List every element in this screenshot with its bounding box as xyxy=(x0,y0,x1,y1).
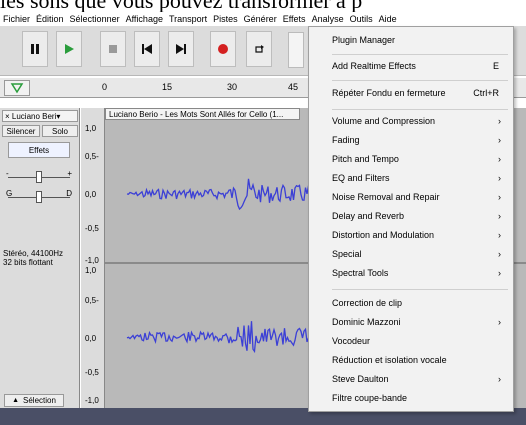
menu-fichier[interactable]: Fichier xyxy=(0,14,33,24)
skip-start-button[interactable] xyxy=(134,31,160,67)
menu-item-noise[interactable]: Noise Removal and Repair › xyxy=(309,187,513,207)
chevron-right-icon: › xyxy=(498,173,501,183)
chevron-right-icon: › xyxy=(498,374,501,384)
menu-item-vocal-reduction[interactable]: Réduction et isolation vocale xyxy=(309,350,513,370)
skip-end-button[interactable] xyxy=(168,31,194,67)
menu-item-vocoder[interactable]: Vocodeur xyxy=(309,331,513,351)
menu-item-plugin-manager[interactable]: Plugin Manager xyxy=(309,30,513,50)
chevron-right-icon: › xyxy=(498,230,501,240)
chevron-right-icon: › xyxy=(498,268,501,278)
triangle-down-icon xyxy=(10,83,24,94)
menu-item-spectral[interactable]: Spectral Tools › xyxy=(309,263,513,283)
gain-knob[interactable] xyxy=(36,171,42,183)
play-icon xyxy=(65,44,74,54)
menu-aide[interactable]: Aide xyxy=(376,14,400,24)
chevron-right-icon: › xyxy=(498,249,501,259)
silence-button[interactable]: Silencer xyxy=(2,125,40,137)
scale-label: 0,5- xyxy=(85,296,99,305)
menu-item-clip-fix[interactable]: Correction de clip xyxy=(309,293,513,313)
menu-item-delay[interactable]: Delay and Reverb › xyxy=(309,206,513,226)
page-caption: les sons que vous pouvez transformer à p xyxy=(0,0,526,12)
track-format-info: Stéréo, 44100Hz 32 bits flottant xyxy=(3,249,64,267)
pan-knob[interactable] xyxy=(36,191,42,203)
gain-slider[interactable]: - + xyxy=(4,169,74,184)
ruler-tick: 15 xyxy=(162,82,173,92)
menubar: Fichier Édition Sélectionner Affichage T… xyxy=(0,12,526,26)
chevron-right-icon: › xyxy=(498,211,501,221)
menu-item-eq[interactable]: EQ and Filters › xyxy=(309,168,513,188)
menu-item-special[interactable]: Special › xyxy=(309,244,513,264)
chevron-right-icon: › xyxy=(498,317,501,327)
scale-label: -0,5 xyxy=(85,368,99,377)
menu-effets[interactable]: Effets xyxy=(280,14,309,24)
scale-label: 0,5- xyxy=(85,152,99,161)
pan-slider[interactable]: G D xyxy=(4,189,74,204)
scale-label: 1,0 xyxy=(85,266,97,275)
stop-button[interactable] xyxy=(100,31,126,67)
loop-icon xyxy=(255,45,264,53)
loop-button[interactable] xyxy=(246,31,272,67)
menu-item-dominic[interactable]: Dominic Mazzoni › xyxy=(309,312,513,332)
clip-title[interactable]: Luciano Berio - Les Mots Sont Allés for … xyxy=(105,108,300,120)
effects-dropdown-menu: Plugin Manager Add Realtime Effects E Ré… xyxy=(308,26,514,412)
menu-item-pitch[interactable]: Pitch and Tempo › xyxy=(309,149,513,169)
scale-label: -0,5 xyxy=(85,224,99,233)
menu-selectionner[interactable]: Sélectionner xyxy=(67,14,123,24)
menu-item-volume[interactable]: Volume and Compression › xyxy=(309,111,513,131)
record-icon xyxy=(218,44,228,54)
chevron-right-icon: › xyxy=(498,192,501,202)
menu-transport[interactable]: Transport xyxy=(166,14,210,24)
chevron-right-icon: › xyxy=(498,154,501,164)
menu-generer[interactable]: Générer xyxy=(241,14,280,24)
menu-affichage[interactable]: Affichage xyxy=(123,14,166,24)
play-button[interactable] xyxy=(56,31,82,67)
chevron-right-icon: › xyxy=(498,135,501,145)
ruler-tick: 30 xyxy=(227,82,238,92)
menu-item-steve[interactable]: Steve Daulton › xyxy=(309,369,513,389)
menu-item-fading[interactable]: Fading › xyxy=(309,130,513,150)
menu-analyse[interactable]: Analyse xyxy=(309,14,347,24)
scale-label: -1,0 xyxy=(85,256,99,265)
menu-pistes[interactable]: Pistes xyxy=(210,14,241,24)
scale-label: 0,0 xyxy=(85,334,97,343)
scale-label: -1,0 xyxy=(85,396,99,405)
menu-item-notch[interactable]: Filtre coupe-bande xyxy=(309,388,513,408)
menu-edition[interactable]: Édition xyxy=(33,14,67,24)
record-button[interactable] xyxy=(210,31,236,67)
skip-end-icon xyxy=(176,44,186,54)
ruler-tick: 45 xyxy=(288,82,299,92)
select-button[interactable]: ▲ Sélection xyxy=(4,394,64,407)
stop-icon xyxy=(109,45,117,53)
scale-label: 1,0 xyxy=(85,124,97,133)
triangle-up-icon: ▲ xyxy=(12,397,19,404)
solo-button[interactable]: Solo xyxy=(42,125,78,137)
track-name-menu[interactable]: × Luciano Beri▾ xyxy=(2,110,78,122)
menu-item-distortion[interactable]: Distortion and Modulation › xyxy=(309,225,513,245)
amplitude-scale: 1,0 0,5- 0,0 -0,5 -1,0 1,0 0,5- 0,0 -0,5… xyxy=(81,108,105,408)
effects-button[interactable]: Effets xyxy=(8,142,70,158)
ruler-tick: 0 xyxy=(102,82,108,92)
pause-icon xyxy=(31,44,39,54)
timeline-options-button[interactable] xyxy=(4,80,30,96)
skip-start-icon xyxy=(142,44,152,54)
chevron-right-icon: › xyxy=(498,116,501,126)
menu-item-repeat[interactable]: Répéter Fondu en fermeture Ctrl+R xyxy=(309,83,513,103)
menu-item-add-realtime[interactable]: Add Realtime Effects E xyxy=(309,56,513,76)
pause-button[interactable] xyxy=(22,31,48,67)
track-control-panel: × Luciano Beri▾ Silencer Solo Effets - +… xyxy=(0,108,80,408)
scale-label: 0,0 xyxy=(85,190,97,199)
menu-outils[interactable]: Outils xyxy=(347,14,376,24)
